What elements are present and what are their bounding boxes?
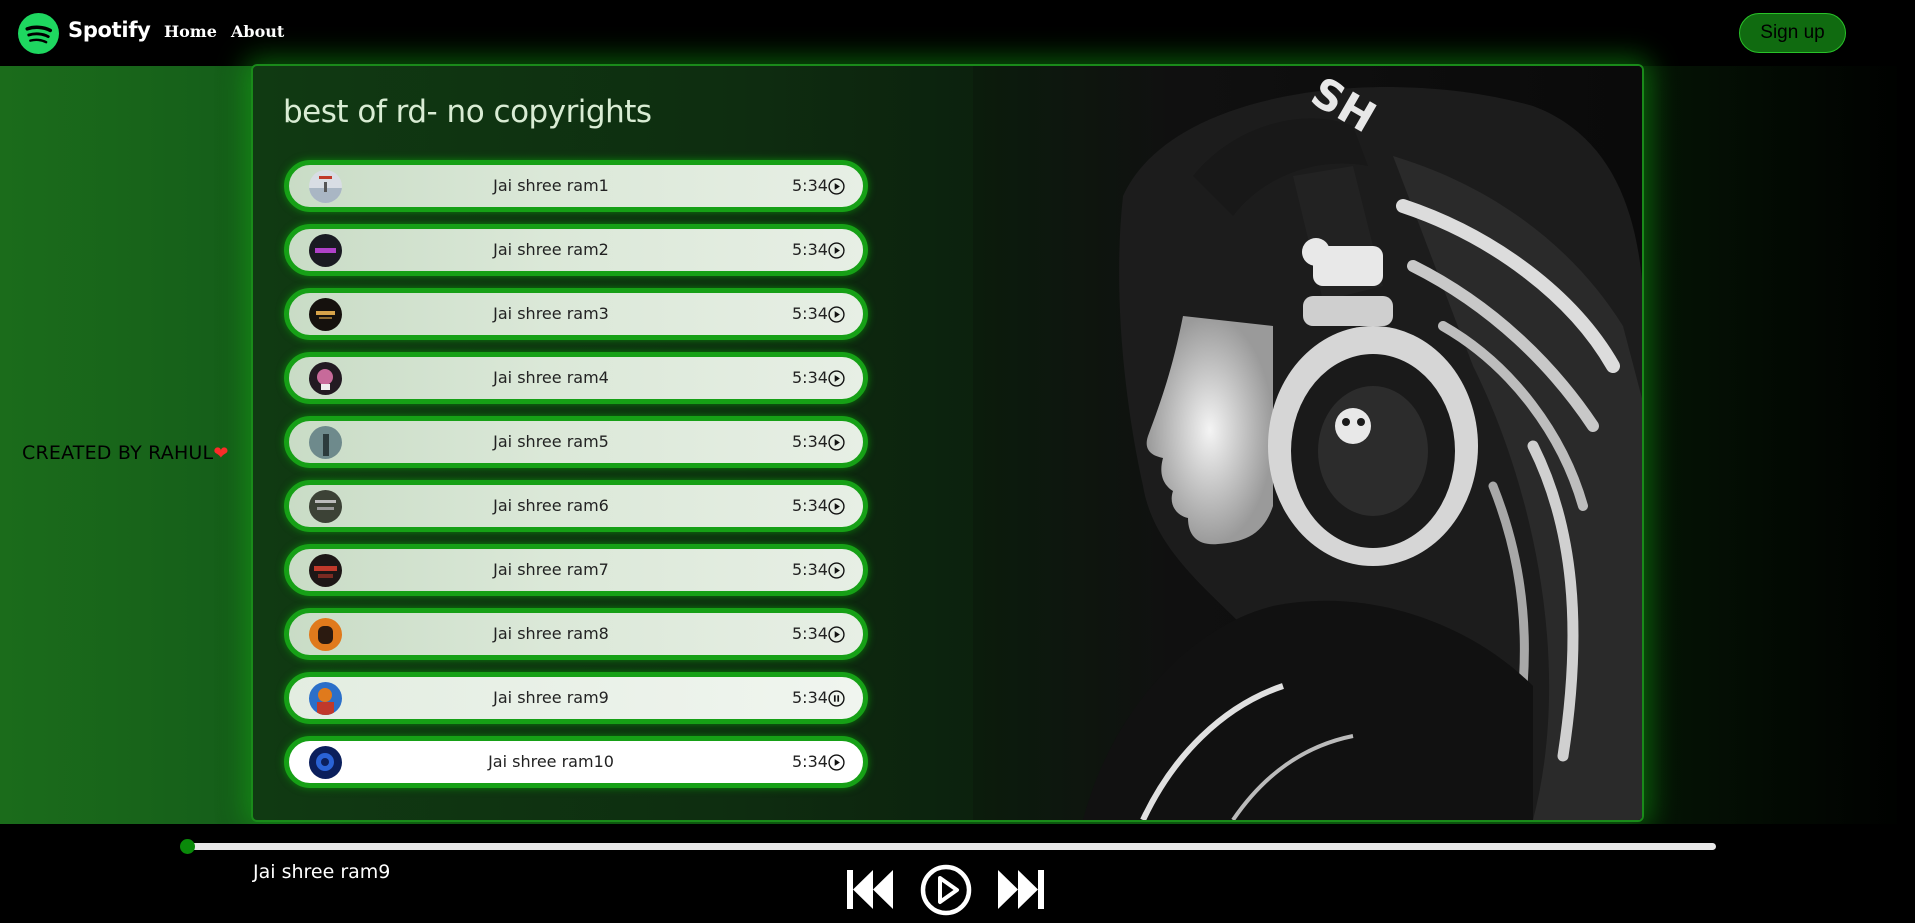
nav-about-link[interactable]: About xyxy=(231,22,284,41)
song-title: Jai shree ram5 xyxy=(493,432,609,451)
play-circle-icon[interactable] xyxy=(828,498,845,515)
song-cover-image xyxy=(309,554,342,587)
song-item[interactable]: Jai shree ram2 5:34 xyxy=(284,224,868,276)
song-duration: 5:34 xyxy=(792,240,828,259)
song-item[interactable]: Jai shree ram1 5:34 xyxy=(284,160,868,212)
song-title: Jai shree ram6 xyxy=(493,496,609,515)
signup-button[interactable]: Sign up xyxy=(1739,13,1846,53)
song-cover-image xyxy=(309,234,342,267)
next-icon[interactable] xyxy=(996,867,1046,912)
play-circle-icon[interactable] xyxy=(828,562,845,579)
song-cover-image xyxy=(309,170,342,203)
song-cover-image xyxy=(309,426,342,459)
song-item[interactable]: Jai shree ram10 5:34 xyxy=(284,736,868,788)
scrollbar[interactable] xyxy=(1897,0,1915,923)
bottom-player: Jai shree ram9 xyxy=(0,824,1915,923)
play-circle-icon[interactable] xyxy=(828,242,845,259)
play-circle-icon[interactable] xyxy=(828,434,845,451)
song-item[interactable]: Jai shree ram6 5:34 xyxy=(284,480,868,532)
play-circle-icon[interactable] xyxy=(920,864,972,916)
credit-text: CREATED BY RAHUL❤ xyxy=(22,442,229,464)
navbar: Spotify Home About Sign up xyxy=(0,0,1915,66)
play-circle-icon[interactable] xyxy=(828,178,845,195)
song-duration: 5:34 xyxy=(792,304,828,323)
song-item[interactable]: Jai shree ram9 5:34 xyxy=(284,672,868,724)
song-duration: 5:34 xyxy=(792,624,828,643)
play-circle-icon[interactable] xyxy=(828,306,845,323)
play-circle-icon[interactable] xyxy=(828,754,845,771)
play-circle-icon[interactable] xyxy=(828,370,845,387)
song-duration: 5:34 xyxy=(792,560,828,579)
playlist-title: best of rd- no copyrights xyxy=(283,94,652,130)
song-cover-image xyxy=(309,490,342,523)
song-duration: 5:34 xyxy=(792,368,828,387)
song-duration: 5:34 xyxy=(792,688,828,707)
nav-home-link[interactable]: Home xyxy=(164,22,217,41)
song-item[interactable]: Jai shree ram7 5:34 xyxy=(284,544,868,596)
song-cover-image xyxy=(309,746,342,779)
song-title: Jai shree ram8 xyxy=(493,624,609,643)
progress-bar[interactable] xyxy=(180,839,1716,854)
song-title: Jai shree ram9 xyxy=(493,688,609,707)
play-circle-icon[interactable] xyxy=(828,626,845,643)
progress-handle[interactable] xyxy=(180,839,195,854)
brand-name: Spotify xyxy=(68,18,151,42)
credit-label: CREATED BY RAHUL xyxy=(22,442,214,464)
previous-icon[interactable] xyxy=(845,867,895,912)
song-item[interactable]: Jai shree ram5 5:34 xyxy=(284,416,868,468)
headphones-photo: SH xyxy=(973,66,1642,820)
song-list: Jai shree ram1 5:34 Jai shree ram2 5:34 … xyxy=(284,160,868,800)
song-title: Jai shree ram2 xyxy=(493,240,609,259)
playlist-card: SH best of rd- no copyrights Jai shree r… xyxy=(251,64,1644,822)
song-title: Jai shree ram4 xyxy=(493,368,609,387)
song-item[interactable]: Jai shree ram4 5:34 xyxy=(284,352,868,404)
pause-circle-icon[interactable] xyxy=(828,690,845,707)
heart-icon: ❤ xyxy=(213,443,229,464)
song-cover-image xyxy=(309,618,342,651)
spotify-logo-icon[interactable] xyxy=(18,13,59,54)
song-duration: 5:34 xyxy=(792,496,828,515)
song-duration: 5:34 xyxy=(792,752,828,771)
song-item[interactable]: Jai shree ram3 5:34 xyxy=(284,288,868,340)
song-title: Jai shree ram3 xyxy=(493,304,609,323)
song-duration: 5:34 xyxy=(792,176,828,195)
song-title: Jai shree ram1 xyxy=(493,176,609,195)
song-cover-image xyxy=(309,682,342,715)
song-cover-image xyxy=(309,362,342,395)
song-title: Jai shree ram7 xyxy=(493,560,609,579)
song-duration: 5:34 xyxy=(792,432,828,451)
song-cover-image xyxy=(309,298,342,331)
now-playing-title: Jai shree ram9 xyxy=(253,861,391,883)
song-title: Jai shree ram10 xyxy=(488,752,614,771)
song-item[interactable]: Jai shree ram8 5:34 xyxy=(284,608,868,660)
